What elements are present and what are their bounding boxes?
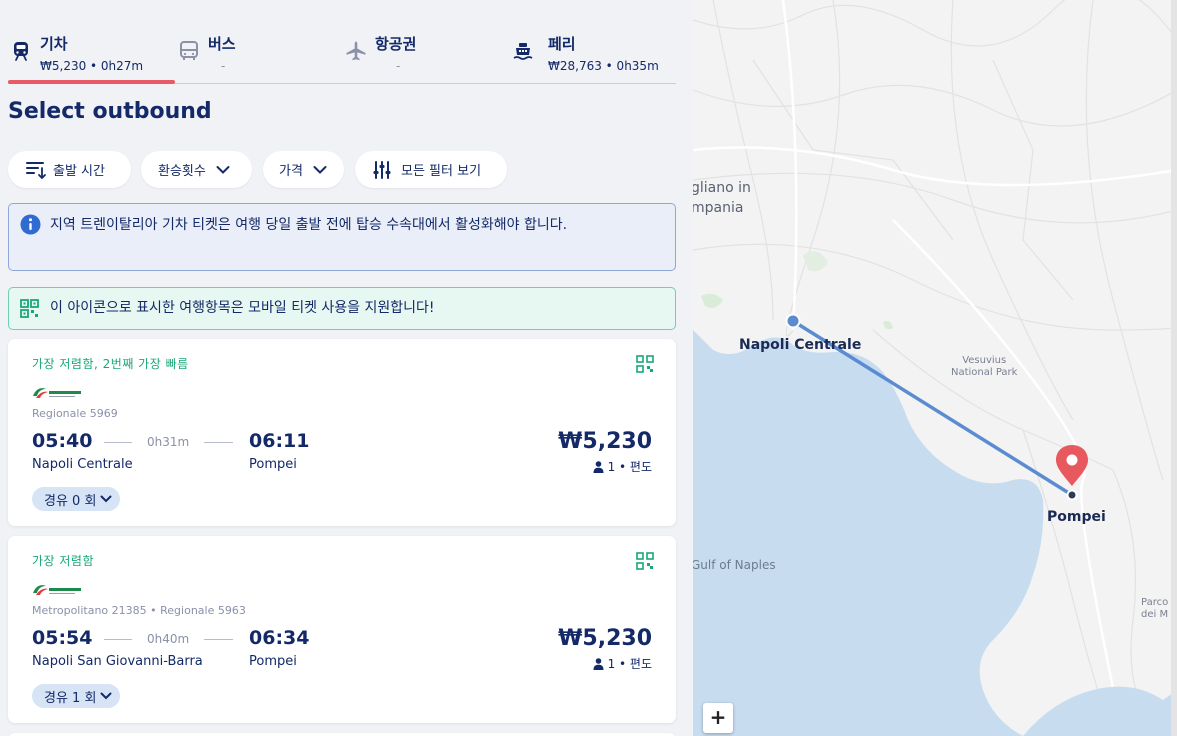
- person-icon: [593, 657, 604, 670]
- qr-code-icon: [636, 552, 654, 570]
- map-label-parco: Parco dei M: [1141, 597, 1169, 620]
- tab-ferry[interactable]: 페리 ₩28,763 • 0h35m: [510, 26, 678, 82]
- result-tag: 가장 저렴함: [32, 554, 95, 568]
- stops-toggle[interactable]: 경유 1 회: [32, 684, 121, 708]
- person-icon: [593, 460, 604, 473]
- map-label-destination: Pompei: [1047, 509, 1106, 525]
- chip-label: 모든 필터 보기: [401, 164, 482, 179]
- route-map[interactable]: Napoli Centrale Pompei Vesuvius National…: [693, 0, 1177, 736]
- ferry-icon: [513, 43, 533, 60]
- stops-label: 경유 0 회: [44, 493, 97, 509]
- map-label-gulf: Gulf of Naples: [693, 558, 776, 572]
- arrival-station: Pompei: [249, 457, 297, 472]
- arrival-station: Pompei: [249, 654, 297, 669]
- chip-label: 가격: [279, 164, 303, 179]
- trip-duration: 0h40m: [147, 632, 190, 646]
- results-pane: 기차 ₩5,230 • 0h27m 버스 - 항공권 - 페리 ₩28,763 …: [0, 0, 693, 736]
- mobile-ticket-notice: 이 아이콘으로 표시한 여행항목은 모바일 티켓 사용을 지원합니다!: [8, 287, 676, 330]
- train-service: Metropolitano 21385 • Regionale 5963: [32, 604, 246, 617]
- info-notice: 지역 트렌이탈리아 기차 티켓은 여행 당일 출발 전에 탑승 수속대에서 활성…: [8, 203, 676, 271]
- map-label-giugliano: gliano in mpania: [693, 180, 751, 216]
- departure-station: Napoli Centrale: [32, 457, 133, 472]
- train-service: Regionale 5969: [32, 407, 118, 420]
- tab-sub: ₩5,230 • 0h27m: [40, 59, 144, 73]
- transfers-filter-button[interactable]: 환승횟수: [141, 151, 252, 188]
- price-filter-button[interactable]: 가격: [263, 151, 344, 188]
- mobile-notice-text: 이 아이콘으로 표시한 여행항목은 모바일 티켓 사용을 지원합니다!: [50, 300, 435, 316]
- passenger-count: 1 • 편도: [607, 460, 652, 474]
- all-filters-button[interactable]: 모든 필터 보기: [355, 151, 507, 188]
- timeline-divider: [204, 639, 233, 640]
- bus-icon: [180, 41, 198, 60]
- timeline-divider: [204, 442, 233, 443]
- chip-label: 환승횟수: [158, 164, 206, 179]
- info-icon: [20, 214, 41, 235]
- page-title: Select outbound: [8, 99, 212, 124]
- timeline-divider: [104, 442, 132, 443]
- arrival-time: 06:34: [249, 627, 310, 649]
- tab-label: 버스: [208, 35, 236, 53]
- zoom-in-button[interactable]: +: [703, 703, 733, 733]
- ticket-price: ₩5,230: [558, 429, 652, 454]
- tab-sub: ₩28,763 • 0h35m: [548, 59, 659, 73]
- sliders-icon: [373, 160, 391, 179]
- result-tag: 가장 저렴함, 2번째 가장 빠름: [32, 357, 189, 371]
- tab-train[interactable]: 기차 ₩5,230 • 0h27m: [8, 26, 176, 84]
- transport-tabs: 기차 ₩5,230 • 0h27m 버스 - 항공권 - 페리 ₩28,763 …: [8, 26, 676, 84]
- chip-label: 출발 시간: [53, 164, 105, 179]
- info-notice-text: 지역 트렌이탈리아 기차 티켓은 여행 당일 출발 전에 탑승 수속대에서 활성…: [50, 217, 568, 233]
- ticket-price: ₩5,230: [558, 626, 652, 651]
- qr-code-icon: [20, 299, 39, 318]
- map-label-origin: Napoli Centrale: [739, 337, 862, 353]
- chevron-down-icon: [100, 692, 112, 700]
- chevron-down-icon: [100, 495, 112, 503]
- chevron-down-icon: [313, 165, 327, 174]
- departure-time: 05:40: [32, 430, 93, 452]
- result-card[interactable]: 가장 저렴함 Metropolitano 21385 • Regionale 5…: [8, 536, 676, 723]
- tab-label: 기차: [40, 35, 68, 53]
- map-label-vesuvius: Vesuvius National Park: [951, 355, 1018, 378]
- map-scrollbar[interactable]: [1171, 0, 1177, 736]
- tab-label: 항공권: [375, 35, 417, 53]
- trenitalia-logo: [33, 585, 81, 595]
- qr-code-icon: [636, 355, 654, 373]
- arrival-time: 06:11: [249, 430, 310, 452]
- train-icon: [14, 42, 28, 61]
- plane-icon: [346, 41, 366, 61]
- trip-duration: 0h31m: [147, 435, 190, 449]
- trenitalia-logo: [33, 388, 81, 398]
- chevron-down-icon: [216, 165, 230, 174]
- stops-label: 경유 1 회: [44, 690, 97, 706]
- tab-flights[interactable]: 항공권 -: [343, 26, 511, 82]
- stops-toggle[interactable]: 경유 0 회: [32, 487, 121, 511]
- sort-icon: [26, 161, 46, 179]
- departure-time: 05:54: [32, 627, 93, 649]
- tab-sub: -: [221, 59, 226, 73]
- tab-bus[interactable]: 버스 -: [176, 26, 344, 82]
- result-card[interactable]: 가장 저렴함, 2번째 가장 빠름 Regionale 5969 05:40 0…: [8, 339, 676, 526]
- passenger-info: 1 • 편도: [593, 458, 652, 475]
- departure-station: Napoli San Giovanni-Barra: [32, 654, 203, 669]
- sort-departure-time-button[interactable]: 출발 시간: [8, 151, 131, 188]
- passenger-info: 1 • 편도: [593, 655, 652, 672]
- tab-label: 페리: [548, 35, 576, 53]
- map-canvas[interactable]: [693, 0, 1177, 736]
- timeline-divider: [104, 639, 132, 640]
- passenger-count: 1 • 편도: [607, 657, 652, 671]
- tab-sub: -: [396, 59, 401, 73]
